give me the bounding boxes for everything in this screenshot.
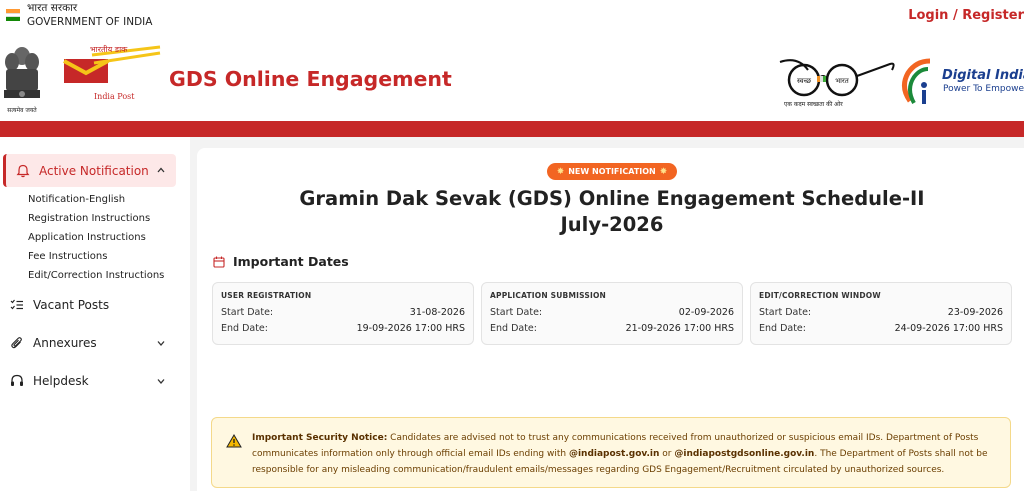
- official-domain-2: @indiapostgdsonline.gov.in: [674, 449, 815, 459]
- digital-india-mark-icon: [902, 58, 931, 104]
- bell-icon: [16, 164, 30, 177]
- chevron-down-icon: [157, 341, 165, 346]
- india-post-label: India Post: [94, 92, 135, 101]
- sidebar-item-label: Active Notification: [39, 163, 149, 178]
- card-title: EDIT/CORRECTION WINDOW: [759, 291, 881, 300]
- end-date-value: 19-09-2026 17:00 HRS: [356, 323, 465, 334]
- national-emblem-logo: सत्यमेव जयते: [4, 47, 40, 114]
- official-domain-1: @indiapost.gov.in: [568, 449, 660, 459]
- sparkle-icon: ✸: [659, 166, 668, 177]
- site-title: GDS Online Engagement: [169, 67, 452, 91]
- security-notice: Important Security Notice: Candidates ar…: [211, 417, 1011, 488]
- sidebar-subitem-edit-correction-instructions[interactable]: Edit/Correction Instructions: [28, 270, 164, 281]
- bharat-label: भारत: [835, 77, 850, 85]
- chevron-up-icon: [157, 167, 165, 173]
- government-hindi-label: भारत सरकार: [27, 2, 78, 14]
- india-post-hindi: भारतीय डाक: [90, 44, 128, 54]
- end-date-label: End Date:: [221, 323, 268, 334]
- government-english-label: GOVERNMENT OF INDIA: [27, 16, 153, 28]
- digital-india-text: Digital India: [942, 68, 1024, 83]
- main-content: ✸ NEW NOTIFICATION ✸ Gramin Dak Sevak (G…: [197, 148, 1024, 491]
- top-bar: भारत सरकार GOVERNMENT OF INDIA Login / R…: [0, 0, 1024, 36]
- site-header: सत्यमेव जयते भारतीय डाक India Post GDS O…: [0, 36, 1024, 121]
- card-title: USER REGISTRATION: [221, 291, 312, 300]
- digital-india-tagline: Power To Empower: [943, 84, 1024, 94]
- start-date-value: 02-09-2026: [678, 307, 734, 318]
- sidebar: Active Notification Notification-English…: [0, 137, 190, 491]
- paperclip-icon: [11, 337, 22, 349]
- security-notice-text: Important Security Notice: Candidates ar…: [252, 430, 1002, 478]
- important-dates-heading: Important Dates: [213, 254, 349, 269]
- emblem-caption: सत्यमेव जयते: [7, 106, 37, 114]
- notice-text-or: or: [659, 449, 675, 459]
- india-flag-icon: [6, 9, 20, 21]
- sidebar-subitem-application-instructions[interactable]: Application Instructions: [28, 232, 146, 243]
- warning-icon: [226, 434, 242, 448]
- date-card-edit-correction-window: EDIT/CORRECTION WINDOW Start Date: 23-09…: [750, 282, 1012, 345]
- sidebar-item-vacant-posts[interactable]: Vacant Posts: [10, 294, 176, 316]
- start-date-label: Start Date:: [221, 307, 274, 318]
- date-card-application-submission: APPLICATION SUBMISSION Start Date: 02-09…: [481, 282, 743, 345]
- chevron-down-icon: [157, 379, 165, 384]
- sparkle-icon: ✸: [556, 166, 565, 177]
- card-title: APPLICATION SUBMISSION: [490, 291, 607, 300]
- sidebar-item-label: Vacant Posts: [33, 298, 110, 312]
- end-date-label: End Date:: [759, 323, 806, 334]
- new-notification-badge: ✸ NEW NOTIFICATION ✸: [547, 163, 677, 180]
- start-date-label: Start Date:: [759, 307, 812, 318]
- end-date-value: 21-09-2026 17:00 HRS: [625, 323, 734, 334]
- login-register-link[interactable]: Login / Register: [908, 8, 1024, 23]
- date-card-user-registration: USER REGISTRATION Start Date: 31-08-2026…: [212, 282, 474, 345]
- headset-icon: [11, 374, 23, 386]
- sidebar-item-label: Helpdesk: [33, 374, 89, 388]
- sidebar-subitem-fee-instructions[interactable]: Fee Instructions: [28, 251, 107, 262]
- sidebar-item-annexures[interactable]: Annexures: [10, 332, 176, 354]
- start-date-label: Start Date:: [490, 307, 543, 318]
- calendar-icon: [213, 256, 225, 268]
- swachh-caption: एक कदम स्वच्छता की ओर: [784, 100, 843, 108]
- digital-india-logo: Digital India Power To Empower: [898, 53, 1024, 115]
- sidebar-item-label: Annexures: [33, 336, 97, 350]
- sidebar-item-helpdesk[interactable]: Helpdesk: [10, 370, 176, 392]
- swachh-bharat-logo: स्वच्छ भारत एक कदम स्वच्छता की ओर: [779, 59, 895, 108]
- india-post-logo: भारतीय डाक India Post: [63, 44, 161, 101]
- security-notice-heading: Important Security Notice:: [252, 433, 388, 443]
- end-date-label: End Date:: [490, 323, 537, 334]
- important-dates-label: Important Dates: [233, 254, 349, 269]
- sidebar-subitem-notification-english[interactable]: Notification-English: [28, 194, 125, 205]
- page-title-line2: July-2026: [560, 213, 664, 236]
- swachh-label: स्वच्छ: [797, 77, 812, 85]
- start-date-value: 23-09-2026: [947, 307, 1003, 318]
- list-check-icon: [10, 299, 23, 310]
- page-title-line1: Gramin Dak Sevak (GDS) Online Engagement…: [299, 187, 925, 210]
- header-divider-band: [0, 121, 1024, 137]
- badge-label: NEW NOTIFICATION: [568, 167, 656, 176]
- sidebar-item-active-notification[interactable]: Active Notification: [3, 154, 176, 187]
- end-date-value: 24-09-2026 17:00 HRS: [894, 323, 1003, 334]
- start-date-value: 31-08-2026: [409, 307, 465, 318]
- page-title: Gramin Dak Sevak (GDS) Online Engagement…: [197, 186, 1024, 238]
- sidebar-subitem-registration-instructions[interactable]: Registration Instructions: [28, 213, 150, 224]
